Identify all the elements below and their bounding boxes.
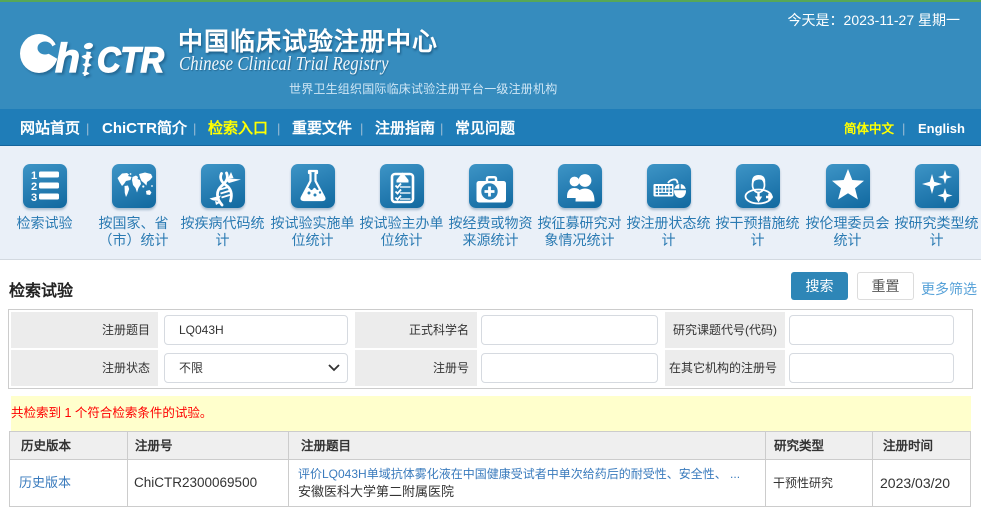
svg-text:3: 3 — [31, 192, 37, 204]
svg-text:h: h — [55, 35, 80, 81]
svg-text:CTR: CTR — [97, 41, 165, 80]
